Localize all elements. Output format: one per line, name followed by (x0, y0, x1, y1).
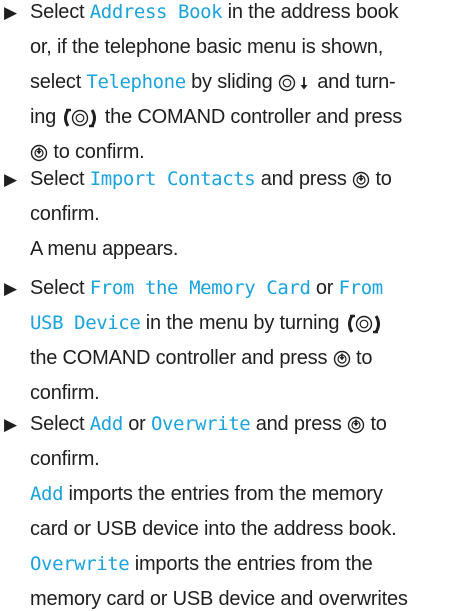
step-text-line: select Telephone by sliding and turn- (30, 70, 396, 94)
instruction-text: or (122, 413, 151, 435)
step-arrow-icon: ▶ (4, 3, 18, 22)
step-text-line: USB Device in the menu by turning (30, 311, 383, 335)
instruction-text: or, if the telephone basic menu is shown… (30, 36, 384, 58)
instruction-text: memory card or USB device and overwrites (30, 588, 408, 610)
step-text-line: the COMAND controller and press to (30, 346, 372, 370)
menu-command-label: From (338, 277, 384, 299)
instruction-text: to (365, 413, 387, 435)
instruction-text: in the menu by turning (140, 312, 345, 334)
menu-command-label: Add (30, 483, 64, 505)
instruction-text: and press (250, 413, 348, 435)
instruction-text: the COMAND controller and press (99, 106, 403, 128)
instruction-text: A menu appears. (30, 238, 179, 260)
menu-command-label: Telephone (86, 71, 186, 93)
instruction-text: Select (30, 168, 90, 190)
instruction-text: imports the entries from the (129, 553, 373, 575)
step-text-line: Select Import Contacts and press to (30, 167, 392, 191)
instruction-text: and turn- (311, 71, 396, 93)
instruction-text: Select (30, 1, 90, 23)
instruction-text: to (350, 347, 373, 369)
instruction-text: confirm. (30, 448, 100, 470)
menu-command-label: Address Book (89, 1, 223, 23)
instruction-text: to confirm. (48, 141, 145, 163)
instruction-text: confirm. (30, 382, 100, 404)
slide-down-icon (278, 74, 312, 92)
step-arrow-icon: ▶ (4, 279, 18, 298)
step-arrow-icon: ▶ (4, 415, 18, 434)
step-arrow-icon: ▶ (4, 170, 18, 189)
step-text-line: Select From the Memory Card or From (30, 276, 383, 300)
step-text-line: memory card or USB device and overwrites (30, 587, 408, 611)
instruction-text: or (310, 277, 339, 299)
press-icon (352, 171, 370, 189)
manual-page: ▶ Select Address Book in the address book… (0, 0, 462, 610)
menu-command-label: Import Contacts (89, 168, 256, 190)
step-text-line: Overwrite imports the entries from the (30, 552, 373, 576)
menu-command-label: Overwrite (150, 413, 251, 435)
step-text-line: confirm. (30, 447, 100, 471)
turn-controller-icon (61, 108, 99, 128)
step-text-line: to confirm. (30, 140, 145, 164)
step-text-line: confirm. (30, 202, 100, 226)
press-icon (30, 144, 48, 162)
instruction-text: imports the entries from the memory (63, 483, 383, 505)
instruction-text: card or USB device into the address book… (30, 518, 397, 540)
step-text-line: ing the COMAND controller and press (30, 105, 402, 129)
step-text-line: Select Add or Overwrite and press to (30, 412, 387, 436)
step-text-line: Select Address Book in the address book (30, 0, 399, 24)
menu-command-label: USB Device (30, 312, 141, 334)
step-text-line: confirm. (30, 381, 100, 405)
step-text-line: or, if the telephone basic menu is shown… (30, 35, 383, 59)
menu-command-label: From the Memory Card (89, 277, 311, 299)
instruction-text: to (370, 168, 392, 190)
instruction-text: ing (30, 106, 62, 128)
instruction-text: confirm. (30, 203, 100, 225)
instruction-text: in the address book (222, 1, 399, 23)
instruction-text: Select (30, 413, 90, 435)
instruction-text: and press (255, 168, 353, 190)
press-icon (347, 416, 365, 434)
instruction-text: the COMAND controller and press (30, 347, 333, 369)
instruction-text: by sliding (185, 71, 278, 93)
step-text-line: card or USB device into the address book… (30, 517, 397, 541)
instruction-text: select (30, 71, 87, 93)
step-text-line: Add imports the entries from the memory (30, 482, 383, 506)
menu-command-label: Add (89, 413, 124, 435)
turn-controller-icon (345, 314, 383, 334)
press-icon (333, 350, 351, 368)
menu-command-label: Overwrite (30, 553, 130, 575)
step-text-line: A menu appears. (30, 237, 178, 261)
instruction-text: Select (30, 277, 90, 299)
